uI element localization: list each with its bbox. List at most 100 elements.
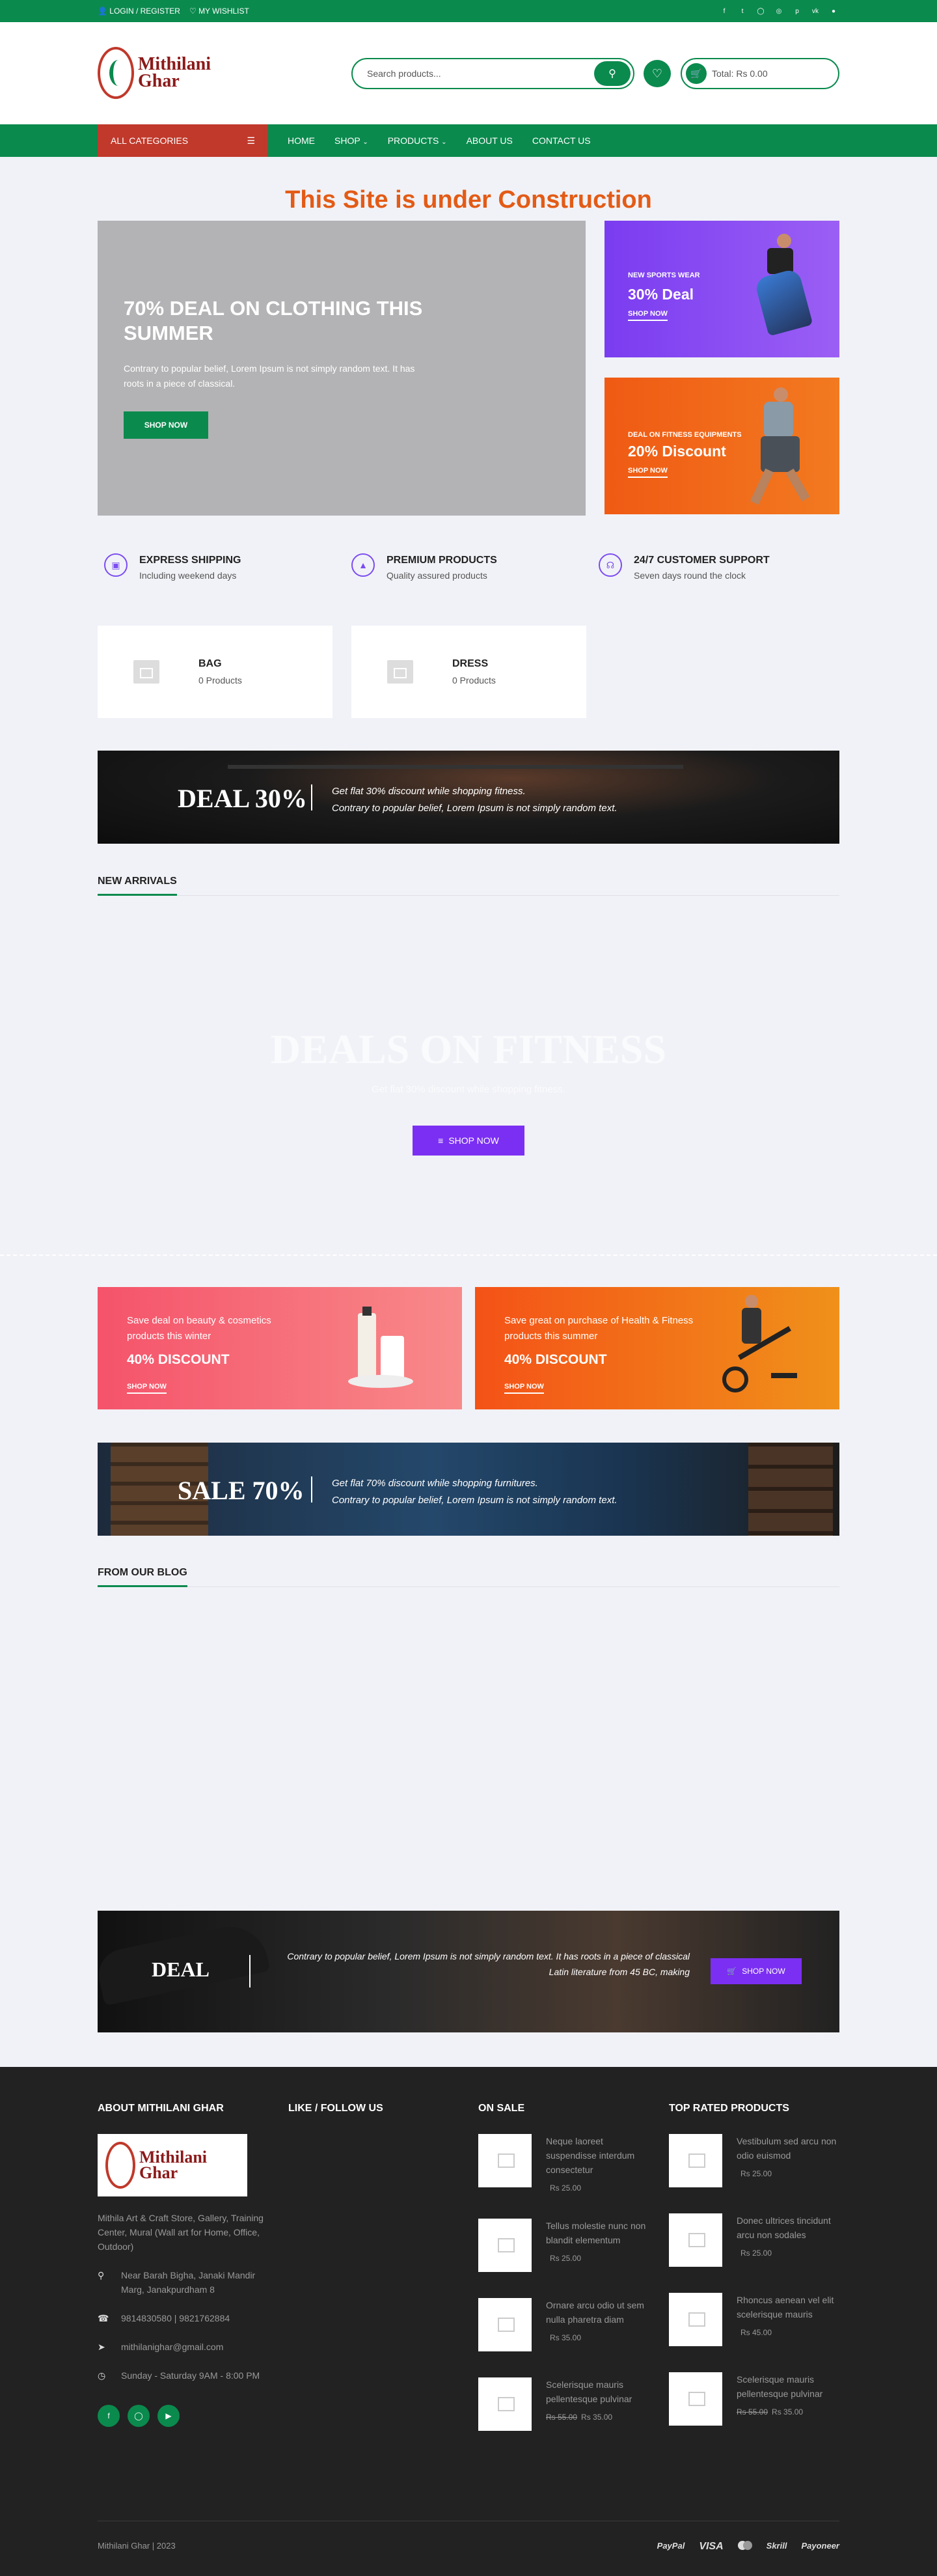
vk-icon[interactable]: vk bbox=[809, 5, 821, 17]
footer-logo[interactable]: Mithilani Ghar bbox=[98, 2134, 247, 2196]
product-item[interactable]: Tellus molestie nunc non blandit element… bbox=[478, 2219, 654, 2272]
product-item[interactable]: Vestibulum sed arcu non odio euismod Rs 2… bbox=[669, 2134, 845, 2187]
construction-notice: This Site is under Construction bbox=[285, 186, 652, 214]
nav-shop[interactable]: SHOP ⌄ bbox=[334, 135, 368, 146]
wishlist-heart-icon[interactable]: ♡ bbox=[644, 60, 671, 87]
product-item[interactable]: Ornare arcu odio ut sem nulla pharetra d… bbox=[478, 2298, 654, 2351]
product-price: Rs 35.00 bbox=[581, 2413, 613, 2422]
product-name[interactable]: Scelerisque mauris pellentesque pulvinar bbox=[737, 2372, 845, 2401]
instagram-icon[interactable]: ◯ bbox=[128, 2405, 150, 2427]
placeholder-image-icon bbox=[133, 660, 159, 684]
product-price: Rs 25.00 bbox=[740, 2169, 772, 2178]
banner-divider bbox=[249, 1955, 251, 1987]
truck-icon: ▣ bbox=[104, 553, 128, 577]
footer-logo-text: Mithilani Ghar bbox=[139, 2148, 208, 2182]
product-name[interactable]: Scelerisque mauris pellentesque pulvinar bbox=[546, 2377, 654, 2406]
facebook-icon[interactable]: f bbox=[718, 5, 730, 17]
product-item[interactable]: Neque laoreet suspendisse interdum conse… bbox=[478, 2134, 654, 2193]
nav-about[interactable]: ABOUT US bbox=[467, 135, 513, 146]
copyright: Mithilani Ghar | 2023 bbox=[98, 2541, 176, 2551]
placeholder-image-icon bbox=[478, 2134, 532, 2187]
top-bar: 👤 LOGIN / REGISTER ♡ MY WISHLIST f t ◯ ◎… bbox=[0, 0, 937, 22]
search-input[interactable]: Search products... bbox=[367, 68, 594, 79]
promo-link[interactable]: SHOP NOW bbox=[127, 1383, 167, 1394]
product-item[interactable]: Donec ultrices tincidunt arcu non sodale… bbox=[669, 2213, 845, 2267]
payoneer-icon: Payoneer bbox=[801, 2541, 839, 2551]
twitter-icon[interactable]: t bbox=[737, 5, 748, 17]
list-icon: ≡ bbox=[438, 1135, 444, 1146]
product-item[interactable]: Rhoncus aenean vel elit scelerisque maur… bbox=[669, 2293, 845, 2346]
youtube-icon[interactable]: ▶ bbox=[157, 2405, 180, 2427]
side-banner-sportswear[interactable]: NEW SPORTS WEAR 30% Deal SHOP NOW bbox=[604, 221, 839, 357]
feature-shipping: ▣ EXPRESS SHIPPING Including weekend days bbox=[104, 553, 338, 581]
login-link[interactable]: 👤 LOGIN / REGISTER bbox=[98, 7, 180, 16]
deal-banner-bottom[interactable]: DEAL Contrary to popular belief, Lorem I… bbox=[98, 1911, 839, 2032]
product-item[interactable]: Scelerisque mauris pellentesque pulvinar… bbox=[478, 2377, 654, 2431]
placeholder-image-icon bbox=[478, 2219, 532, 2272]
nav-products[interactable]: PRODUCTS ⌄ bbox=[388, 135, 447, 146]
facebook-icon[interactable]: f bbox=[98, 2405, 120, 2427]
deal-button-label: SHOP NOW bbox=[742, 1967, 785, 1976]
deal-30-banner[interactable]: DEAL 30% Get flat 30% discount while sho… bbox=[98, 751, 839, 844]
footer-like: LIKE / FOLLOW US bbox=[288, 2103, 464, 2134]
cart-button[interactable]: 🛒 Total: Rs 0.00 bbox=[681, 58, 839, 89]
wishlist-link[interactable]: ♡ MY WISHLIST bbox=[189, 7, 249, 16]
barbell-graphic bbox=[228, 765, 683, 769]
side-banner-link[interactable]: SHOP NOW bbox=[628, 467, 668, 478]
spotify-icon[interactable]: ● bbox=[828, 5, 839, 17]
product-name[interactable]: Ornare arcu odio ut sem nulla pharetra d… bbox=[546, 2298, 654, 2327]
sale-70-banner[interactable]: SALE 70% Get flat 70% discount while sho… bbox=[98, 1443, 839, 1536]
nav-home[interactable]: HOME bbox=[288, 135, 315, 146]
instagram-icon[interactable]: ◯ bbox=[755, 5, 767, 17]
feature-desc: Seven days round the clock bbox=[634, 570, 746, 581]
promo-fitness[interactable]: Save great on purchase of Health & Fitne… bbox=[475, 1287, 839, 1409]
category-card-bag[interactable]: BAG 0 Products bbox=[98, 626, 333, 718]
menu-lines-icon: ☰ bbox=[247, 135, 255, 146]
hero-shop-button[interactable]: SHOP NOW bbox=[124, 411, 208, 439]
new-arrivals-heading: NEW ARRIVALS bbox=[98, 876, 839, 896]
product-price: Rs 35.00 bbox=[550, 2333, 582, 2342]
product-price: Rs 45.00 bbox=[740, 2328, 772, 2337]
site-logo[interactable]: Mithilani Ghar bbox=[98, 42, 211, 104]
footer-phone[interactable]: 9814830580 | 9821762884 bbox=[121, 2311, 230, 2325]
feature-support: ☊ 24/7 CUSTOMER SUPPORT Seven days round … bbox=[599, 553, 833, 581]
promo-deal: 40% DISCOUNT bbox=[127, 1352, 230, 1367]
product-item[interactable]: Scelerisque mauris pellentesque pulvinar… bbox=[669, 2372, 845, 2426]
feature-desc: Quality assured products bbox=[387, 570, 487, 581]
nav-contact[interactable]: CONTACT US bbox=[532, 135, 591, 146]
fitness-title: DEALS ON FITNESS bbox=[270, 1026, 667, 1072]
side-banner-fitness[interactable]: DEAL ON FITNESS EQUIPMENTS 20% Discount … bbox=[604, 378, 839, 514]
blog-title: FROM OUR BLOG bbox=[98, 1567, 187, 1587]
promo-link[interactable]: SHOP NOW bbox=[504, 1383, 544, 1394]
footer-about: ABOUT MITHILANI GHAR Mithilani Ghar Mith… bbox=[98, 2103, 273, 2427]
product-name[interactable]: Tellus molestie nunc non blandit element… bbox=[546, 2219, 654, 2247]
fitness-shop-button[interactable]: ≡ SHOP NOW bbox=[413, 1126, 524, 1156]
all-categories-button[interactable]: ALL CATEGORIES ☰ bbox=[98, 124, 268, 157]
placeholder-image-icon bbox=[669, 2293, 722, 2346]
new-arrivals-title: NEW ARRIVALS bbox=[98, 876, 177, 896]
footer-email[interactable]: mithilanighar@gmail.com bbox=[121, 2340, 223, 2354]
feature-desc: Including weekend days bbox=[139, 570, 237, 581]
pinterest-icon[interactable]: p bbox=[791, 5, 803, 17]
footer-hours: Sunday - Saturday 9AM - 8:00 PM bbox=[121, 2370, 260, 2381]
product-name[interactable]: Donec ultrices tincidunt arcu non sodale… bbox=[737, 2213, 845, 2242]
promo-beauty[interactable]: Save deal on beauty & cosmetics products… bbox=[98, 1287, 462, 1409]
product-old-price: Rs 55.00 bbox=[737, 2407, 768, 2417]
product-name[interactable]: Vestibulum sed arcu non odio euismod bbox=[737, 2134, 845, 2163]
dribbble-icon[interactable]: ◎ bbox=[773, 5, 785, 17]
deal-shop-button[interactable]: 🛒 SHOP NOW bbox=[711, 1958, 802, 1984]
category-card-dress[interactable]: DRESS 0 Products bbox=[351, 626, 586, 718]
product-name[interactable]: Rhoncus aenean vel elit scelerisque maur… bbox=[737, 2293, 845, 2321]
banner-divider bbox=[311, 784, 312, 810]
footer-on-sale: ON SALE Neque laoreet suspendisse interd… bbox=[478, 2103, 654, 2457]
wishlist-label: MY WISHLIST bbox=[198, 7, 249, 16]
skrill-icon: Skrill bbox=[766, 2541, 787, 2551]
send-icon: ➤ bbox=[98, 2342, 105, 2352]
chevron-down-icon: ⌄ bbox=[362, 139, 368, 146]
side-banner-link[interactable]: SHOP NOW bbox=[628, 310, 668, 321]
footer-heading: ON SALE bbox=[478, 2103, 525, 2114]
product-name[interactable]: Neque laoreet suspendisse interdum conse… bbox=[546, 2134, 654, 2177]
search-form[interactable]: Search products... ⚲ bbox=[351, 58, 634, 89]
feature-title: EXPRESS SHIPPING bbox=[139, 555, 241, 566]
search-button[interactable]: ⚲ bbox=[594, 61, 631, 86]
